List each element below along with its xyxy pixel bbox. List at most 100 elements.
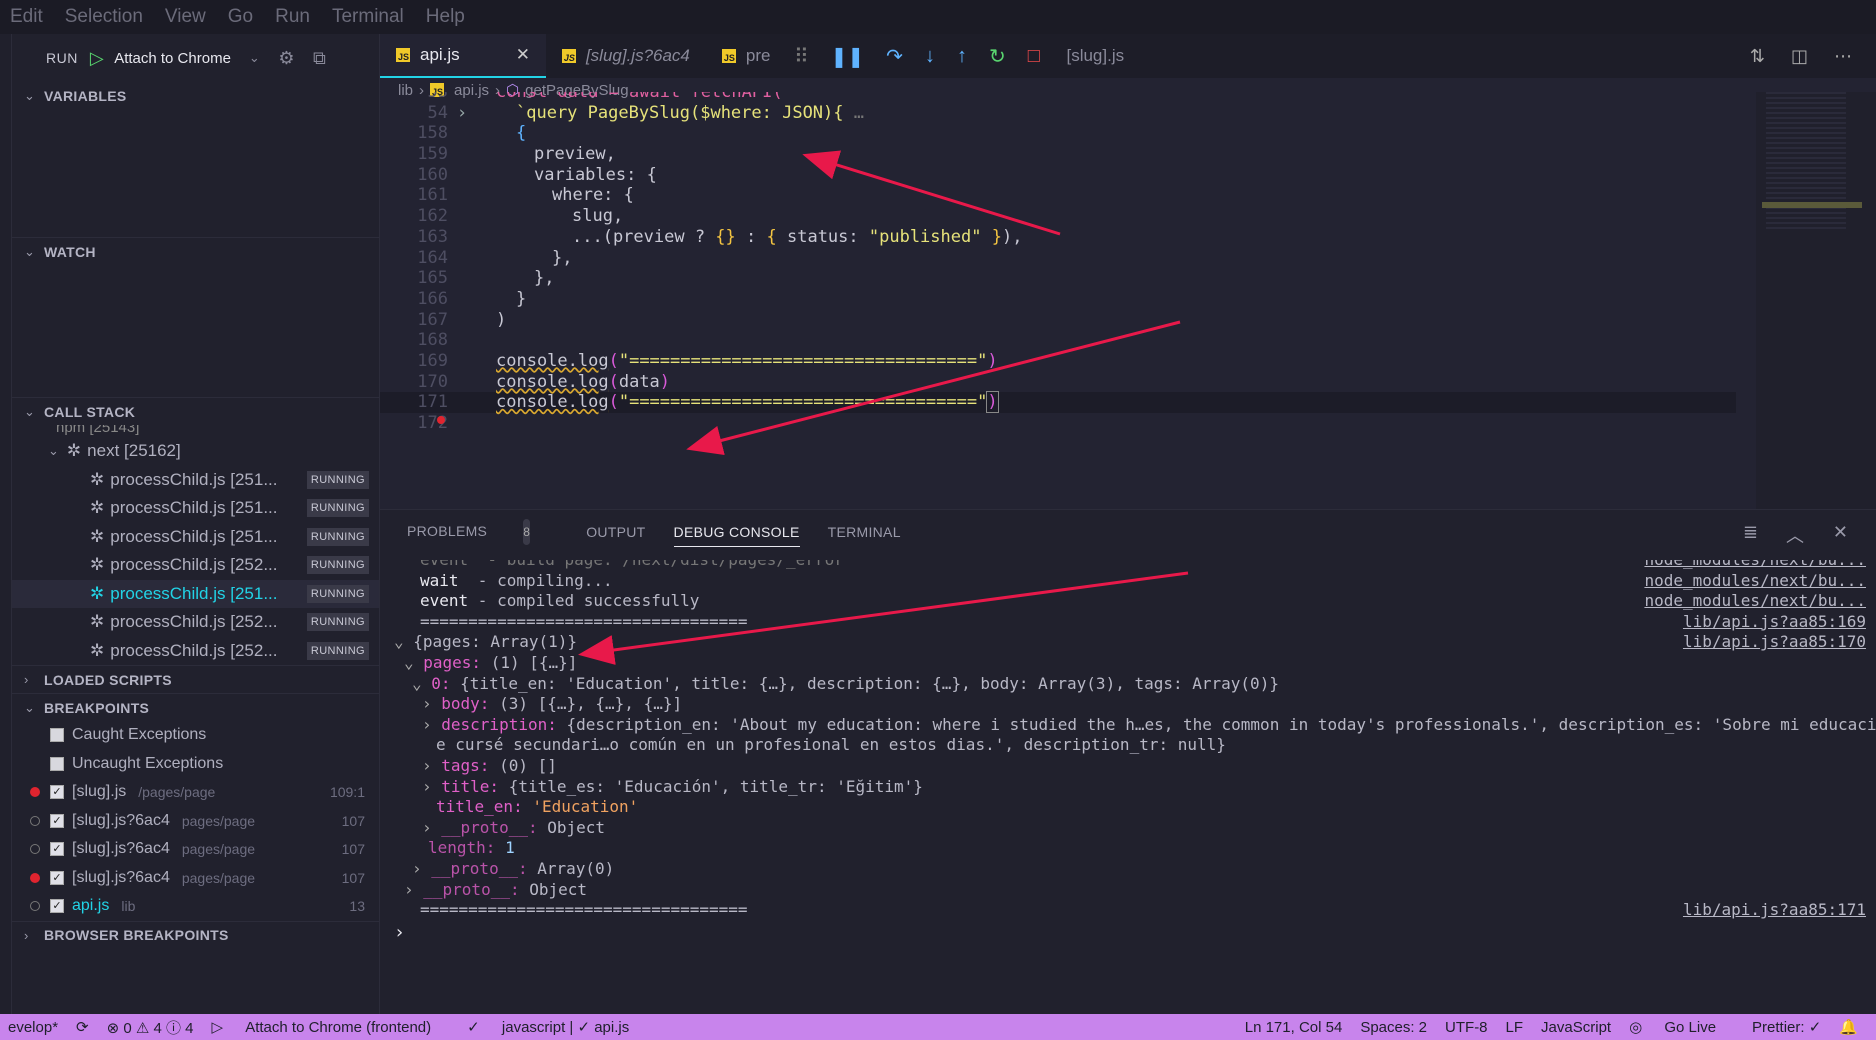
source-link[interactable]: lib/api.js?aa85:170 bbox=[1683, 632, 1866, 653]
fold-ellipsis[interactable]: … bbox=[844, 103, 864, 123]
gear-icon[interactable]: ⚙ bbox=[278, 48, 295, 69]
breakpoint-checkbox[interactable]: ✓ bbox=[50, 899, 64, 914]
close-icon[interactable]: ✕ bbox=[516, 45, 530, 65]
tab-problems[interactable]: PROBLEMS 8 bbox=[407, 513, 558, 551]
console-row[interactable]: ⌄ 0: {title_en: 'Education', title: {…},… bbox=[380, 674, 1876, 695]
code-editor[interactable]: 53 const data = await fetchAPI( 54 › `query… bbox=[380, 92, 1736, 492]
step-out-icon[interactable]: ↑ bbox=[957, 45, 967, 68]
chevron-down-icon[interactable]: ⌄ bbox=[394, 632, 413, 651]
step-over-icon[interactable]: ↷ bbox=[886, 44, 903, 69]
source-link[interactable]: node_modules/next/bu... bbox=[1644, 591, 1866, 612]
breakpoint-checkbox[interactable]: ✓ bbox=[50, 842, 64, 857]
breakpoint-checkbox[interactable] bbox=[50, 728, 64, 743]
chevron-right-icon[interactable]: › bbox=[422, 777, 441, 796]
console-row[interactable]: › tags: (0) [] bbox=[380, 756, 1876, 777]
chevron-right-icon[interactable]: › bbox=[422, 694, 441, 713]
call-stack-item[interactable]: ✲ processChild.js [251... RUNNING bbox=[12, 579, 379, 608]
menu-edit[interactable]: Edit bbox=[10, 6, 43, 28]
call-stack-session[interactable]: ⌄ ✲ next [25162] bbox=[12, 437, 379, 466]
chevron-right-icon[interactable]: › bbox=[422, 715, 441, 734]
call-stack-item[interactable]: ✲ processChild.js [252... RUNNING bbox=[12, 608, 379, 637]
chevron-down-icon[interactable]: ⌄ bbox=[404, 653, 423, 672]
indentation[interactable]: Spaces: 2 bbox=[1360, 1019, 1427, 1036]
breakpoint-item[interactable]: Uncaught Exceptions bbox=[12, 750, 379, 779]
call-stack-item[interactable]: ✲ processChild.js [251... RUNNING bbox=[12, 466, 379, 495]
section-watch[interactable]: ⌄ WATCH bbox=[12, 237, 379, 265]
call-stack-item[interactable]: ✲ processChild.js [251... RUNNING bbox=[12, 494, 379, 523]
breakpoint-item[interactable]: ✓ [slug].js?6ac4 pages/page 107 bbox=[12, 807, 379, 836]
breakpoint-icon[interactable] bbox=[437, 416, 445, 424]
fold-chevron-icon[interactable]: › bbox=[448, 103, 476, 124]
source-link[interactable]: lib/api.js?aa85:169 bbox=[1683, 612, 1866, 633]
section-variables[interactable]: ⌄ VARIABLES bbox=[12, 82, 379, 110]
tab-api-js[interactable]: JS api.js ✕ bbox=[380, 34, 546, 78]
console-row[interactable]: ⌄ pages: (1) [{…}] bbox=[380, 653, 1876, 674]
call-stack-item[interactable]: ✲ processChild.js [252... RUNNING bbox=[12, 551, 379, 580]
console-row[interactable]: › __proto__: Object bbox=[380, 880, 1876, 901]
console-input[interactable]: › bbox=[380, 922, 1876, 944]
chevron-down-icon[interactable]: ⌄ bbox=[249, 50, 260, 66]
console-row[interactable]: › body: (3) [{…}, {…}, {…}] bbox=[380, 694, 1876, 715]
menu-terminal[interactable]: Terminal bbox=[332, 6, 404, 28]
stop-icon[interactable]: □ bbox=[1028, 45, 1040, 68]
breakpoint-checkbox[interactable] bbox=[50, 756, 64, 771]
console-row[interactable]: › title: {title_es: 'Educación', title_t… bbox=[380, 777, 1876, 798]
clear-console-icon[interactable]: ≣ bbox=[1743, 522, 1758, 543]
source-link[interactable]: lib/api.js?aa85:171 bbox=[1683, 900, 1866, 921]
debug-console-icon[interactable]: ⧉ bbox=[313, 48, 326, 69]
source-link[interactable]: node_modules/next/bu... bbox=[1644, 560, 1866, 571]
go-live-button[interactable]: ◎ Go Live bbox=[1629, 1018, 1734, 1036]
tab-output[interactable]: OUTPUT bbox=[586, 518, 645, 546]
chevron-down-icon[interactable]: ⌄ bbox=[412, 674, 431, 693]
menu-selection[interactable]: Selection bbox=[65, 6, 143, 28]
pause-icon[interactable]: ❚❚ bbox=[831, 44, 865, 69]
call-stack-item[interactable]: ✲ processChild.js [252... RUNNING bbox=[12, 637, 379, 666]
debug-status[interactable]: ▷ Attach to Chrome (frontend) bbox=[212, 1018, 450, 1036]
breakpoint-checkbox[interactable]: ✓ bbox=[50, 813, 64, 828]
chevron-right-icon[interactable]: › bbox=[404, 880, 423, 899]
tab-debug-console[interactable]: DEBUG CONSOLE bbox=[673, 518, 800, 547]
breakpoint-item[interactable]: Caught Exceptions bbox=[12, 721, 379, 750]
menu-help[interactable]: Help bbox=[426, 6, 465, 28]
console-row[interactable]: › __proto__: Object bbox=[380, 818, 1876, 839]
chevron-right-icon[interactable]: › bbox=[422, 756, 441, 775]
section-browser-breakpoints[interactable]: › BROWSER BREAKPOINTS bbox=[12, 920, 379, 949]
close-panel-icon[interactable]: ✕ bbox=[1833, 522, 1848, 543]
section-loaded-scripts[interactable]: › LOADED SCRIPTS bbox=[12, 665, 379, 693]
source-link[interactable]: node_modules/next/bu... bbox=[1644, 571, 1866, 592]
console-row[interactable]: › description: {description_en: 'About m… bbox=[380, 715, 1876, 736]
compare-icon[interactable]: ⇅ bbox=[1750, 46, 1765, 67]
branch-status[interactable]: evelop* bbox=[8, 1019, 58, 1036]
breakpoint-item[interactable]: ✓ [slug].js?6ac4 pages/page 107 bbox=[12, 864, 379, 893]
cursor-position[interactable]: Ln 171, Col 54 bbox=[1245, 1019, 1343, 1036]
step-into-icon[interactable]: ↓ bbox=[925, 45, 935, 68]
tab-terminal[interactable]: TERMINAL bbox=[828, 518, 901, 546]
console-row[interactable]: ⌄ {pages: Array(1)} lib/api.js?aa85:170 bbox=[380, 632, 1876, 653]
debug-console-output[interactable]: event - build page: /next/dist/pages/_er… bbox=[380, 560, 1876, 1020]
language-mode[interactable]: JavaScript bbox=[1541, 1019, 1611, 1036]
problems-status[interactable]: ⊗ 0 ⚠ 4 ⓘ 4 bbox=[107, 1017, 194, 1038]
prettier-status[interactable]: Prettier: ✓ bbox=[1752, 1018, 1821, 1036]
split-editor-icon[interactable]: ◫ bbox=[1791, 46, 1808, 67]
menu-view[interactable]: View bbox=[165, 6, 206, 28]
section-call-stack[interactable]: ⌄ CALL STACK bbox=[12, 397, 379, 425]
section-breakpoints[interactable]: ⌄ BREAKPOINTS bbox=[12, 693, 379, 721]
console-row[interactable]: › __proto__: Array(0) bbox=[380, 859, 1876, 880]
sync-icon[interactable]: ⟳ bbox=[76, 1018, 89, 1036]
minimap[interactable] bbox=[1756, 92, 1876, 509]
end-of-line[interactable]: LF bbox=[1506, 1019, 1524, 1036]
start-debugging-icon[interactable]: ▷ bbox=[90, 48, 104, 69]
drag-handle-icon[interactable]: ⠿ bbox=[794, 44, 809, 69]
restart-icon[interactable]: ↻ bbox=[989, 44, 1006, 69]
breakpoint-checkbox[interactable]: ✓ bbox=[50, 870, 64, 885]
lang-check-status[interactable]: ✓ javascript | ✓ api.js bbox=[467, 1018, 647, 1036]
tab-slug-6ac4[interactable]: JS [slug].js?6ac4 bbox=[546, 34, 706, 78]
breakpoint-item[interactable]: ✓ api.js lib 13 bbox=[12, 892, 379, 921]
encoding[interactable]: UTF-8 bbox=[1445, 1019, 1488, 1036]
breakpoint-checkbox[interactable]: ✓ bbox=[50, 785, 64, 800]
chevron-right-icon[interactable]: › bbox=[422, 818, 441, 837]
menu-run[interactable]: Run bbox=[275, 6, 310, 28]
call-stack-item[interactable]: ✲ processChild.js [251... RUNNING bbox=[12, 523, 379, 552]
bell-icon[interactable]: 🔔 bbox=[1839, 1018, 1858, 1036]
launch-config-select[interactable]: Attach to Chrome bbox=[114, 50, 231, 67]
